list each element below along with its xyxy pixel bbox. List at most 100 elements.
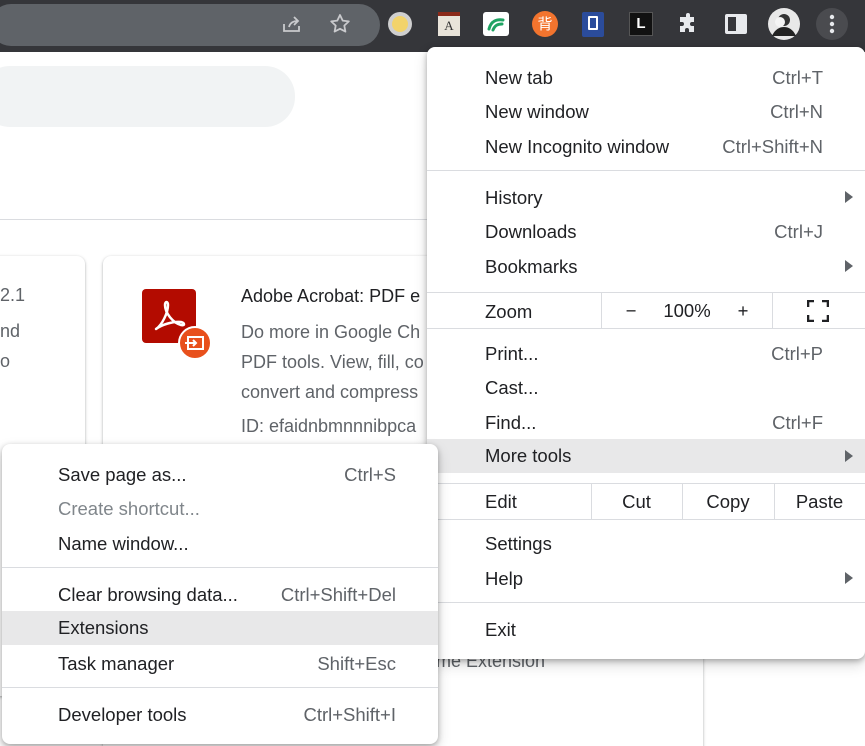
- bei-glyph: 背: [532, 11, 558, 37]
- card-acrobat-desc3: convert and compress: [241, 382, 419, 402]
- card-acrobat-desc2: PDF tools. View, fill, co: [241, 352, 424, 372]
- history-label: History: [485, 187, 543, 208]
- extension-blue-book-icon[interactable]: [578, 9, 608, 39]
- paste-button[interactable]: Paste: [774, 484, 865, 519]
- save-page-label: Save page as...: [58, 464, 187, 485]
- menu-separator: [427, 602, 865, 603]
- clear-data-shortcut: Ctrl+Shift+Del: [280, 584, 396, 605]
- extension-dictionary-icon[interactable]: A: [434, 9, 464, 39]
- search-extensions-bar[interactable]: [0, 66, 295, 127]
- exit-label: Exit: [485, 619, 516, 640]
- extension-orange-bei-icon[interactable]: 背: [530, 9, 560, 39]
- print-shortcut: Ctrl+P: [771, 343, 823, 364]
- new-window-shortcut: Ctrl+N: [770, 101, 823, 122]
- zoom-in-button[interactable]: +: [719, 293, 767, 328]
- submenu-item-task-manager[interactable]: Task manager Shift+Esc: [2, 647, 438, 680]
- profile-avatar[interactable]: [767, 7, 801, 41]
- card-left-line2: o: [0, 351, 11, 371]
- find-label: Find...: [485, 412, 537, 433]
- submenu-arrow-icon: [845, 191, 853, 203]
- find-shortcut: Ctrl+F: [772, 412, 823, 433]
- dev-tools-label: Developer tools: [58, 704, 187, 725]
- submenu-arrow-icon: [845, 260, 853, 272]
- print-label: Print...: [485, 343, 539, 364]
- zoom-label: Zoom: [485, 301, 533, 322]
- copy-button[interactable]: Copy: [682, 484, 774, 519]
- menu-separator: [427, 170, 865, 171]
- downloads-label: Downloads: [485, 221, 577, 242]
- bookmark-star-icon[interactable]: [325, 9, 355, 39]
- task-manager-label: Task manager: [58, 653, 175, 674]
- name-window-label: Name window...: [58, 533, 189, 554]
- submenu-item-developer-tools[interactable]: Developer tools Ctrl+Shift+I: [2, 698, 438, 731]
- update-badge-icon: [178, 326, 212, 360]
- menu-item-new-incognito[interactable]: New Incognito window Ctrl+Shift+N: [427, 130, 865, 163]
- zoom-divider: [601, 293, 602, 328]
- zoom-out-button[interactable]: −: [605, 293, 657, 328]
- more-tools-submenu: Save page as... Ctrl+S Create shortcut..…: [2, 444, 438, 744]
- menu-item-history[interactable]: History: [427, 181, 865, 214]
- submenu-item-create-shortcut: Create shortcut...: [2, 492, 438, 525]
- zoom-level-value: 100%: [663, 300, 711, 321]
- chrome-main-menu: New tab Ctrl+T New window Ctrl+N New Inc…: [427, 47, 865, 659]
- extension-black-l-icon[interactable]: L: [626, 9, 656, 39]
- edit-label: Edit: [485, 491, 517, 512]
- submenu-arrow-icon: [845, 572, 853, 584]
- card-left-line1: nd: [0, 321, 21, 341]
- menu-separator: [427, 519, 865, 520]
- menu-item-exit[interactable]: Exit: [427, 613, 865, 646]
- menu-item-new-window[interactable]: New window Ctrl+N: [427, 95, 865, 128]
- new-tab-shortcut: Ctrl+T: [772, 67, 823, 88]
- dict-glyph: A: [438, 12, 460, 36]
- menu-item-bookmarks[interactable]: Bookmarks: [427, 250, 865, 283]
- help-label: Help: [485, 568, 524, 589]
- submenu-item-extensions[interactable]: Extensions: [2, 611, 438, 645]
- more-tools-label: More tools: [485, 445, 572, 466]
- card-acrobat-desc1: Do more in Google Ch: [241, 322, 421, 342]
- zoom-divider: [772, 293, 773, 328]
- header-divider: [0, 219, 430, 220]
- menu-item-downloads[interactable]: Downloads Ctrl+J: [427, 215, 865, 248]
- card-acrobat-title: Adobe Acrobat: PDF e: [241, 286, 421, 306]
- l-glyph: L: [629, 12, 653, 36]
- menu-separator: [2, 567, 438, 568]
- cast-label: Cast...: [485, 377, 539, 398]
- menu-item-more-tools[interactable]: More tools: [427, 439, 865, 473]
- submenu-item-save-page[interactable]: Save page as... Ctrl+S: [2, 458, 438, 491]
- create-shortcut-label: Create shortcut...: [58, 498, 200, 519]
- menu-item-settings[interactable]: Settings: [427, 527, 865, 560]
- new-tab-label: New tab: [485, 67, 553, 88]
- new-incognito-shortcut: Ctrl+Shift+N: [722, 136, 823, 157]
- menu-item-cast[interactable]: Cast...: [427, 371, 865, 404]
- fullscreen-icon[interactable]: [806, 299, 830, 323]
- submenu-arrow-icon: [845, 450, 853, 462]
- extension-green-icon[interactable]: [481, 9, 511, 39]
- extensions-puzzle-icon[interactable]: [673, 9, 703, 39]
- menu-item-help[interactable]: Help: [427, 562, 865, 595]
- extensions-label: Extensions: [58, 617, 149, 638]
- chrome-menu-kebab-icon[interactable]: [816, 8, 848, 40]
- new-window-label: New window: [485, 101, 589, 122]
- menu-item-new-tab[interactable]: New tab Ctrl+T: [427, 61, 865, 94]
- share-icon[interactable]: [277, 9, 307, 39]
- menu-separator: [427, 328, 865, 329]
- side-panel-icon[interactable]: [721, 9, 751, 39]
- dev-tools-shortcut: Ctrl+Shift+I: [303, 704, 396, 725]
- menu-item-print[interactable]: Print... Ctrl+P: [427, 337, 865, 370]
- cut-button[interactable]: Cut: [591, 484, 682, 519]
- bookmarks-label: Bookmarks: [485, 256, 578, 277]
- card-acrobat-id: ID: efaidnbmnnnibpca: [241, 416, 417, 436]
- browser-toolbar: A 背 L: [0, 0, 865, 52]
- submenu-item-clear-browsing-data[interactable]: Clear browsing data... Ctrl+Shift+Del: [2, 578, 438, 611]
- submenu-item-name-window[interactable]: Name window...: [2, 527, 438, 560]
- menu-separator: [2, 687, 438, 688]
- save-page-shortcut: Ctrl+S: [344, 464, 396, 485]
- settings-label: Settings: [485, 533, 552, 554]
- extension-yellow-circle-icon[interactable]: [385, 9, 415, 39]
- new-incognito-label: New Incognito window: [485, 136, 670, 157]
- menu-item-find[interactable]: Find... Ctrl+F: [427, 406, 865, 439]
- address-bar[interactable]: [0, 4, 380, 46]
- clear-data-label: Clear browsing data...: [58, 584, 238, 605]
- card-left-version: 2.1: [0, 285, 26, 305]
- downloads-shortcut: Ctrl+J: [774, 221, 823, 242]
